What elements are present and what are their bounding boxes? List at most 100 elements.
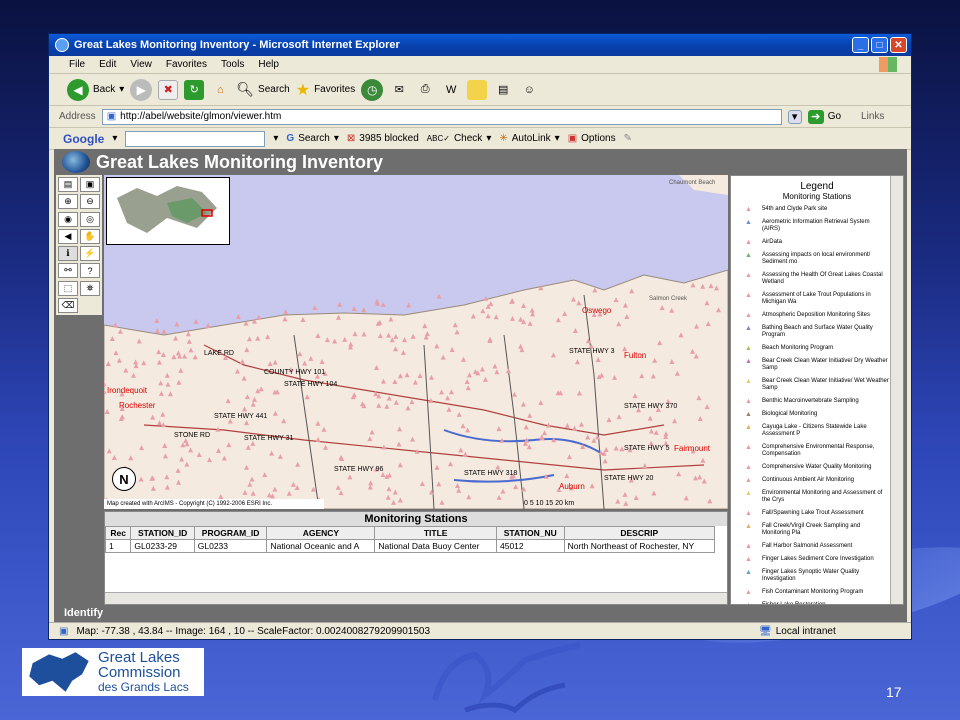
empty-tool-slot	[80, 298, 100, 313]
mail-button[interactable]: ✉	[389, 80, 409, 100]
legend-item-label: Finger Lakes Synoptic Water Quality Inve…	[761, 569, 860, 582]
menu-favorites[interactable]: Favorites	[166, 59, 207, 70]
full-extent-icon[interactable]: ◉	[58, 211, 78, 227]
legend-scrollbar[interactable]	[890, 176, 903, 604]
legend-item: ▲ Atmospheric Deposition Monitoring Sites	[745, 312, 889, 319]
identify-icon[interactable]: ℹ	[58, 246, 78, 261]
cell-agency: National Oceanic and A	[266, 539, 376, 553]
menu-file[interactable]: File	[69, 59, 85, 70]
pencil-icon[interactable]: ✎	[624, 133, 632, 144]
history-button[interactable]: ◷	[361, 78, 384, 101]
pan-hand-icon[interactable]: ✋	[80, 228, 100, 244]
north-arrow-icon: N	[112, 467, 136, 491]
road-label-12: LAKE RD	[204, 350, 234, 357]
select-rect-icon[interactable]: ⬚	[58, 280, 78, 296]
home-button[interactable]: ⌂	[210, 80, 230, 100]
legend-item: ▲ Aerometric Information Retrieval System…	[745, 219, 889, 233]
zoom-in-icon[interactable]: ⊕	[58, 194, 78, 210]
search-button[interactable]: 🔍︎ Search	[236, 81, 289, 98]
legend-item-label: Beach Monitoring Program	[761, 345, 834, 351]
autolink-button[interactable]: ✳ AutoLink ▾	[499, 133, 559, 144]
menu-tools[interactable]: Tools	[221, 59, 244, 70]
toggle-overview-icon[interactable]: ▤	[58, 177, 78, 192]
triangle-icon: ▲	[745, 345, 752, 352]
col-station-id: STATION_ID	[130, 526, 195, 540]
messenger-button[interactable]: ☺	[519, 80, 539, 100]
discuss-button[interactable]	[467, 79, 488, 100]
table-scrollbar[interactable]	[105, 592, 727, 604]
close-button[interactable]: ✕	[890, 37, 907, 53]
research-button[interactable]: ▤	[493, 80, 513, 100]
google-logo[interactable]: Google	[63, 132, 104, 146]
station-marker	[154, 317, 160, 323]
legend-item-label: Fall/Spawning Lake Trout Assessment	[761, 510, 864, 516]
windows-logo-icon	[879, 57, 897, 72]
cell-program-id: GL0233	[193, 539, 268, 553]
map-view[interactable]: Oswego Fulton Rochester Irondequoit Aubu…	[104, 175, 728, 509]
place-label-auburn: Auburn	[559, 482, 585, 491]
triangle-icon: ▲	[745, 464, 752, 471]
legend-item-label: Assessing impacts on local environment/ …	[761, 252, 871, 265]
overview-map[interactable]	[106, 177, 230, 245]
app-banner: Great Lakes Monitoring Inventory	[54, 149, 907, 175]
zoom-back-icon[interactable]: ◀	[58, 228, 78, 244]
place-label-rochester: Rochester	[119, 401, 156, 410]
maximize-button[interactable]: □	[871, 37, 888, 53]
stop-button[interactable]: ✖	[158, 79, 179, 100]
map-credit: Map created with ArcIMS - Copyright (C) …	[104, 499, 324, 509]
address-dropdown[interactable]: ▾	[787, 109, 802, 124]
legend-panel[interactable]: Legend Monitoring Stations ▲ 54th and Cly…	[730, 175, 904, 605]
legend-item: ▲ Finger Lakes Synoptic Water Quality Inv…	[745, 569, 889, 583]
find-binoculars-icon[interactable]: ⚯	[58, 263, 78, 279]
spellcheck-button[interactable]: ABC✓ Check ▾	[427, 133, 492, 144]
zoom-active-icon[interactable]: ◎	[80, 211, 100, 227]
google-dropdown[interactable]: ▾	[112, 133, 117, 144]
legend-item: ▲ AirData	[745, 239, 889, 246]
refresh-button[interactable]: ↻	[184, 79, 205, 100]
query-icon[interactable]: ?	[80, 263, 100, 279]
address-input[interactable]: ▣ http://abel/website/glmon/viewer.htm	[101, 108, 782, 125]
select-tool-icon[interactable]: ⛯	[80, 280, 100, 296]
hyperlink-icon[interactable]: ⚡	[80, 246, 100, 261]
edit-button[interactable]: W	[441, 80, 461, 100]
menu-edit[interactable]: Edit	[99, 59, 116, 70]
station-marker	[380, 301, 386, 307]
legend-item: ▲ Beach Monitoring Program	[745, 345, 889, 352]
station-marker	[256, 314, 262, 320]
station-marker	[283, 309, 289, 315]
road-label-5: STATE HWY 31	[244, 435, 294, 442]
road-label-4: STATE HWY 370	[624, 403, 677, 410]
legend-item: ▲ Continuous Ambient Air Monitoring	[745, 477, 889, 484]
legend-item: ▲ 54th and Clyde Park site	[745, 206, 889, 213]
google-search-button[interactable]: G Search ▾	[286, 133, 339, 144]
links-button[interactable]: Links	[861, 111, 884, 122]
menu-view[interactable]: View	[130, 59, 152, 70]
toggle-legend-icon[interactable]: ▣	[80, 177, 100, 192]
google-search-input[interactable]	[125, 130, 266, 147]
clear-selection-icon[interactable]: ⌫	[58, 297, 78, 313]
status-bar: ▣ Map: -77.38 , 43.84 -- Image: 164 , 10…	[49, 622, 911, 640]
table-row[interactable]: 1 GL0233-29 GL0233 National Oceanic and …	[104, 539, 716, 553]
options-button[interactable]: ▣ Options	[568, 133, 616, 144]
legend-item: ▲ Fish Contaminant Monitoring Program	[745, 589, 889, 596]
back-button[interactable]: ◀ Back ▾	[67, 78, 124, 101]
print-button[interactable]: ⎙	[415, 80, 435, 100]
favorites-button[interactable]: ★ Favorites	[296, 80, 355, 100]
menu-help[interactable]: Help	[258, 59, 279, 70]
road-label-7: STATE HWY 20	[604, 475, 654, 482]
minimize-button[interactable]: _	[852, 37, 869, 53]
blocker-icon: ⊠	[346, 133, 356, 144]
google-search-dropdown[interactable]: ▾	[273, 133, 278, 144]
zoom-out-icon[interactable]: ⊖	[80, 194, 100, 210]
go-arrow-icon: ➔	[807, 109, 824, 124]
station-marker	[406, 302, 412, 308]
lakes-outline-decoration	[432, 642, 581, 714]
legend-item: ▲ Fall Creek/Virgil Creek Sampling and Mo…	[745, 523, 889, 537]
results-table: Rec STATION_ID PROGRAM_ID AGENCY TITLE S…	[104, 526, 716, 553]
place-label-oswego: Oswego	[582, 306, 612, 315]
cell-station-nu: 45012	[496, 539, 565, 553]
popup-blocker-button[interactable]: ⊠ 3985 blocked	[347, 133, 419, 144]
go-button[interactable]: ➔ Go	[807, 109, 841, 124]
forward-button[interactable]: ▶	[130, 78, 153, 101]
legend-item: ▲ Comprehensive Environmental Response, C…	[745, 444, 889, 458]
